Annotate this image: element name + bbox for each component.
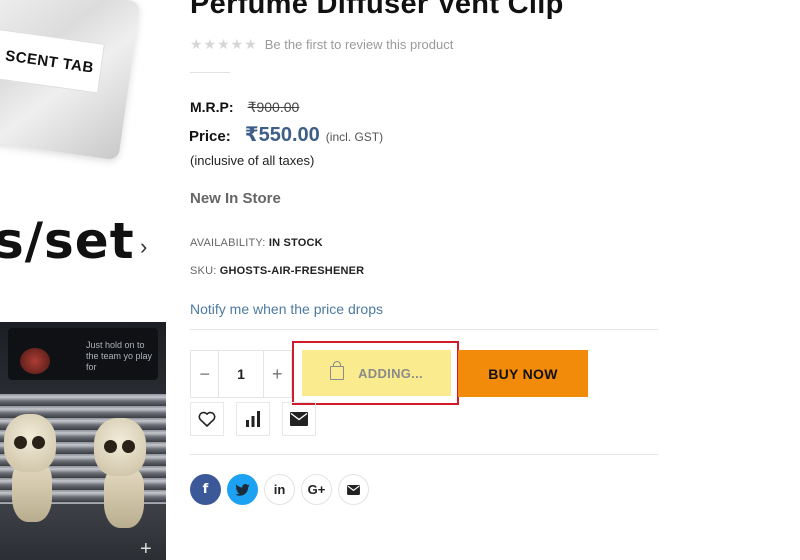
sku-value: GHOSTS-AIR-FRESHENER bbox=[219, 265, 365, 277]
screen-text: Just hold on to the team yo play for bbox=[86, 340, 153, 372]
facebook-icon: f bbox=[202, 482, 209, 497]
review-link[interactable]: Be the first to review this product bbox=[265, 37, 454, 52]
facebook-share-button[interactable]: f bbox=[190, 474, 221, 505]
price-label: Price: bbox=[189, 128, 231, 145]
set-text-image: s/set bbox=[0, 212, 135, 270]
skeleton-body-right bbox=[104, 468, 144, 528]
price-row: Price: ₹550.00 (incl. GST) bbox=[189, 122, 383, 147]
skull-clip-left bbox=[4, 414, 56, 472]
wishlist-button[interactable] bbox=[190, 402, 224, 436]
bar-chart-icon bbox=[246, 411, 260, 427]
tax-note: (inclusive of all taxes) bbox=[190, 153, 315, 168]
gallery-next-arrow[interactable]: › bbox=[140, 234, 147, 260]
price-drop-notify-link[interactable]: Notify me when the price drops bbox=[190, 301, 383, 317]
rating-row: ★★★★★ Be the first to review this produc… bbox=[190, 36, 453, 53]
quantity-increase-button[interactable]: + bbox=[264, 364, 291, 385]
sku: SKU: GHOSTS-AIR-FRESHENER bbox=[190, 265, 364, 277]
highlight-box bbox=[292, 341, 459, 405]
product-title: Perfume Diffuser Vent Clip bbox=[190, 0, 564, 20]
skull-clip-right bbox=[94, 418, 146, 476]
car-screen: Just hold on to the team yo play for bbox=[8, 328, 158, 380]
envelope-icon bbox=[347, 484, 360, 495]
quantity-input[interactable]: 1 bbox=[218, 351, 264, 397]
compare-button[interactable] bbox=[236, 402, 270, 436]
twitter-share-button[interactable] bbox=[227, 474, 258, 505]
googleplus-share-button[interactable]: G+ bbox=[301, 474, 332, 505]
envelope-icon bbox=[290, 412, 308, 426]
share-buttons: f in G+ bbox=[190, 474, 375, 505]
zoom-icon[interactable]: + bbox=[140, 538, 152, 560]
sku-label: SKU: bbox=[190, 265, 217, 277]
price-note: (incl. GST) bbox=[325, 130, 384, 144]
mrp-value: ₹900.00 bbox=[247, 99, 300, 115]
email-friend-button[interactable] bbox=[282, 402, 316, 436]
screen-graphic bbox=[20, 348, 50, 374]
quantity-decrease-button[interactable]: − bbox=[191, 364, 218, 385]
linkedin-icon: in bbox=[273, 482, 286, 497]
googleplus-icon: G+ bbox=[307, 482, 326, 497]
availability-value: IN STOCK bbox=[268, 237, 323, 249]
divider bbox=[190, 72, 230, 73]
availability: AVAILABILITY: IN STOCK bbox=[190, 237, 323, 249]
divider bbox=[190, 329, 658, 330]
stock-heading: New In Store bbox=[190, 190, 281, 207]
availability-label: AVAILABILITY: bbox=[190, 237, 266, 249]
price-value: ₹550.00 bbox=[244, 124, 320, 146]
star-rating-icon: ★★★★★ bbox=[190, 36, 258, 52]
mrp-label: M.R.P: bbox=[190, 99, 234, 115]
divider bbox=[190, 454, 658, 455]
car-vent-photo: Just hold on to the team yo play for bbox=[0, 322, 166, 560]
product-gallery[interactable]: SCENT TAB s/set › Just hold on to the te… bbox=[0, 0, 166, 560]
product-actions bbox=[190, 402, 328, 436]
email-share-button[interactable] bbox=[338, 474, 369, 505]
buy-now-button[interactable]: BUY NOW bbox=[458, 350, 588, 397]
mrp-row: M.R.P: ₹900.00 bbox=[190, 99, 299, 116]
twitter-icon bbox=[235, 483, 250, 496]
linkedin-share-button[interactable]: in bbox=[264, 474, 295, 505]
heart-icon bbox=[198, 411, 216, 427]
quantity-stepper[interactable]: − 1 + bbox=[190, 350, 292, 398]
